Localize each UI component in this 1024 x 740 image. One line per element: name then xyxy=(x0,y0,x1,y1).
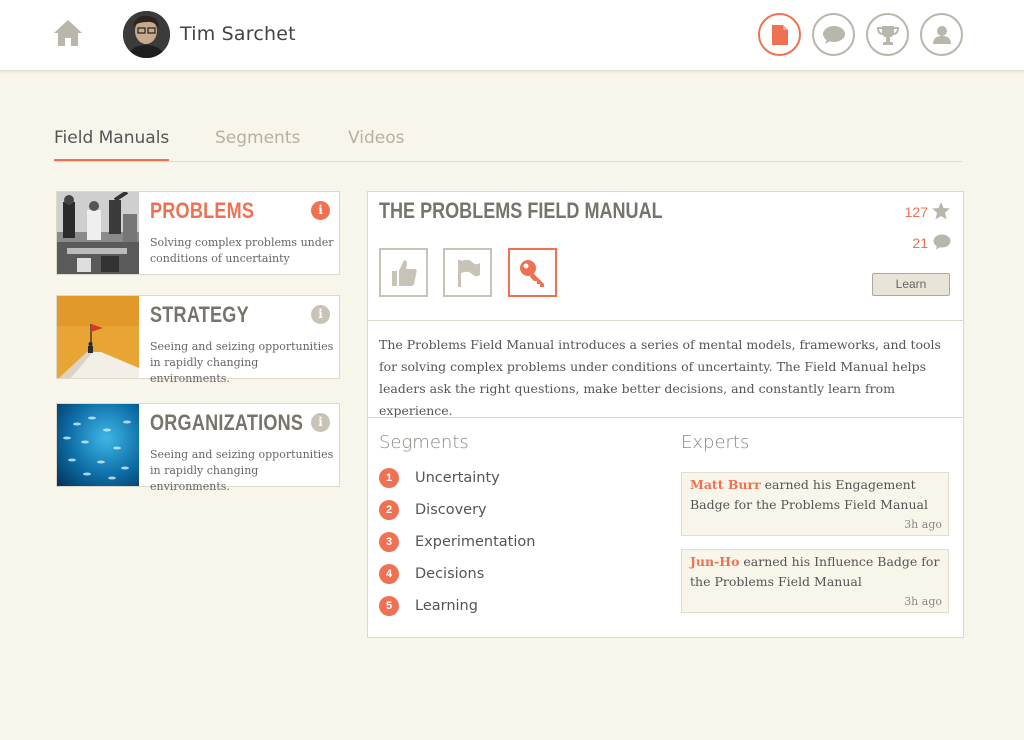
card-description: Seeing and seizing opportunities in rapi… xyxy=(150,448,334,493)
activity-timestamp: 3h ago xyxy=(904,518,942,531)
divider xyxy=(368,320,963,321)
segment-number: 5 xyxy=(379,596,399,616)
achievements-button[interactable] xyxy=(866,13,909,56)
segment-label: Discovery xyxy=(415,502,487,518)
profile-button[interactable] xyxy=(920,13,963,56)
expert-name[interactable]: Jun-Ho xyxy=(690,554,739,569)
card-description: Seeing and seizing opportunities in rapi… xyxy=(150,340,334,385)
manual-card-strategy[interactable]: STRATEGY i Seeing and seizing opportunit… xyxy=(56,295,340,385)
document-icon xyxy=(771,24,788,45)
strategy-thumbnail xyxy=(57,296,139,378)
home-icon[interactable] xyxy=(52,18,84,48)
manual-card-problems[interactable]: PROBLEMS i Solving complex problems unde… xyxy=(56,191,340,275)
segment-number: 3 xyxy=(379,532,399,552)
problems-thumbnail xyxy=(57,192,139,274)
flag-button[interactable] xyxy=(443,248,492,297)
experts-heading: Experts xyxy=(681,432,750,453)
learn-button[interactable]: Learn xyxy=(872,273,950,296)
field-manuals-button[interactable] xyxy=(758,13,801,56)
info-icon[interactable]: i xyxy=(311,413,330,432)
segment-number: 1 xyxy=(379,468,399,488)
chat-icon xyxy=(822,25,845,44)
detail-title: THE PROBLEMS FIELD MANUAL xyxy=(379,198,663,223)
expert-activity-item: Matt Burr earned his Engagement Badge fo… xyxy=(681,472,949,536)
info-icon[interactable]: i xyxy=(311,201,330,220)
user-avatar[interactable] xyxy=(123,11,170,58)
trophy-icon xyxy=(876,25,899,45)
star-count: 127 xyxy=(904,204,928,220)
segment-label: Experimentation xyxy=(415,534,536,550)
segment-item[interactable]: 1 Uncertainty xyxy=(379,468,500,488)
segment-label: Decisions xyxy=(415,566,485,582)
top-bar: Tim Sarchet xyxy=(0,0,1024,71)
segment-item[interactable]: 2 Discovery xyxy=(379,500,487,520)
messages-button[interactable] xyxy=(812,13,855,56)
info-icon[interactable]: i xyxy=(311,305,330,324)
segment-label: Uncertainty xyxy=(415,470,500,486)
expert-name[interactable]: Matt Burr xyxy=(690,477,761,492)
manual-detail-panel: THE PROBLEMS FIELD MANUAL 127 21 Learn T… xyxy=(367,191,964,638)
segment-label: Learning xyxy=(415,598,478,614)
like-button[interactable] xyxy=(379,248,428,297)
star-icon[interactable] xyxy=(931,201,951,221)
tab-videos[interactable]: Videos xyxy=(348,128,405,159)
organizations-thumbnail xyxy=(57,404,139,486)
divider xyxy=(368,417,963,418)
detail-description: The Problems Field Manual introduces a s… xyxy=(379,337,941,418)
manual-card-organizations[interactable]: ORGANIZATIONS i Seeing and seizing oppor… xyxy=(56,403,340,493)
card-title: ORGANIZATIONS xyxy=(150,410,304,435)
thumbs-up-icon xyxy=(391,259,417,286)
activity-timestamp: 3h ago xyxy=(904,595,942,608)
comment-icon[interactable] xyxy=(933,234,951,250)
key-icon xyxy=(519,259,544,287)
card-description: Solving complex problems under condition… xyxy=(150,236,334,265)
flag-icon xyxy=(457,259,480,287)
content-tabs: Field Manuals Segments Videos xyxy=(54,128,962,162)
card-title: STRATEGY xyxy=(150,302,249,327)
segment-item[interactable]: 3 Experimentation xyxy=(379,532,535,552)
comment-count: 21 xyxy=(912,235,928,251)
key-button[interactable] xyxy=(508,248,557,297)
tab-segments[interactable]: Segments xyxy=(215,128,300,159)
segment-item[interactable]: 4 Decisions xyxy=(379,564,484,584)
segment-item[interactable]: 5 Learning xyxy=(379,596,478,616)
segments-heading: Segments xyxy=(379,432,469,453)
expert-activity-item: Jun-Ho earned his Influence Badge for th… xyxy=(681,549,949,613)
tab-field-manuals[interactable]: Field Manuals xyxy=(54,128,170,161)
card-title: PROBLEMS xyxy=(150,198,255,223)
user-name: Tim Sarchet xyxy=(180,23,296,45)
segment-number: 4 xyxy=(379,564,399,584)
profile-icon xyxy=(932,25,951,44)
segment-number: 2 xyxy=(379,500,399,520)
